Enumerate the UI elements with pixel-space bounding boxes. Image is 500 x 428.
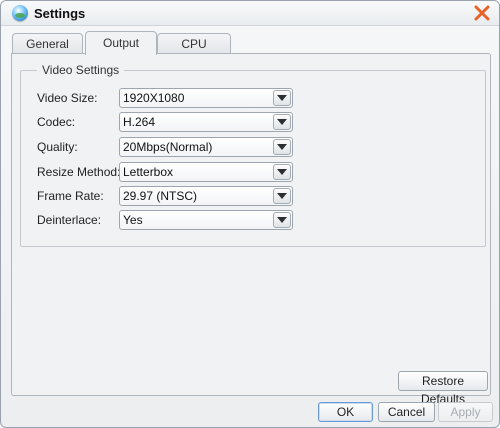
chevron-down-icon[interactable] bbox=[273, 114, 291, 130]
tab-general[interactable]: General bbox=[12, 33, 83, 54]
frame-rate-label: Frame Rate: bbox=[37, 189, 104, 203]
cancel-button[interactable]: Cancel bbox=[378, 402, 435, 422]
frame-rate-select[interactable]: 29.97 (NTSC) bbox=[119, 186, 293, 206]
tab-output[interactable]: Output bbox=[85, 31, 157, 55]
select-value: Yes bbox=[123, 213, 143, 227]
video-size-select[interactable]: 1920X1080 bbox=[119, 88, 293, 108]
chevron-down-icon[interactable] bbox=[273, 90, 291, 106]
quality-label: Quality: bbox=[37, 140, 78, 154]
ok-button[interactable]: OK bbox=[318, 402, 373, 422]
group-title: Video Settings bbox=[37, 63, 125, 77]
video-settings-group: Video Settings Video Size: 1920X1080 Cod… bbox=[20, 63, 486, 247]
window-title: Settings bbox=[34, 6, 86, 21]
quality-select[interactable]: 20Mbps(Normal) bbox=[119, 137, 293, 157]
settings-dialog: Settings General Output CPU Video Settin… bbox=[0, 0, 500, 428]
codec-select[interactable]: H.264 bbox=[119, 112, 293, 132]
tab-cpu[interactable]: CPU bbox=[157, 33, 231, 54]
deinterlace-label: Deinterlace: bbox=[37, 213, 102, 227]
resize-method-select[interactable]: Letterbox bbox=[119, 162, 293, 182]
select-value: 20Mbps(Normal) bbox=[123, 140, 213, 154]
codec-label: Codec: bbox=[37, 115, 76, 129]
select-value: H.264 bbox=[123, 115, 156, 129]
deinterlace-select[interactable]: Yes bbox=[119, 210, 293, 230]
chevron-down-icon[interactable] bbox=[273, 188, 291, 204]
apply-button[interactable]: Apply bbox=[438, 402, 493, 422]
chevron-down-icon[interactable] bbox=[273, 139, 291, 155]
restore-defaults-button[interactable]: Restore Defaults bbox=[398, 371, 488, 406]
chevron-down-icon[interactable] bbox=[273, 212, 291, 228]
select-value: 29.97 (NTSC) bbox=[123, 189, 198, 203]
select-value: Letterbox bbox=[123, 165, 174, 179]
title-bar[interactable]: Settings bbox=[1, 1, 499, 26]
video-size-label: Video Size: bbox=[37, 91, 98, 105]
select-value: 1920X1080 bbox=[123, 91, 185, 105]
close-icon[interactable] bbox=[473, 4, 491, 22]
app-globe-icon bbox=[12, 5, 28, 21]
output-tab-panel: Video Settings Video Size: 1920X1080 Cod… bbox=[11, 53, 491, 406]
resize-method-label: Resize Method: bbox=[37, 165, 121, 179]
chevron-down-icon[interactable] bbox=[273, 164, 291, 180]
